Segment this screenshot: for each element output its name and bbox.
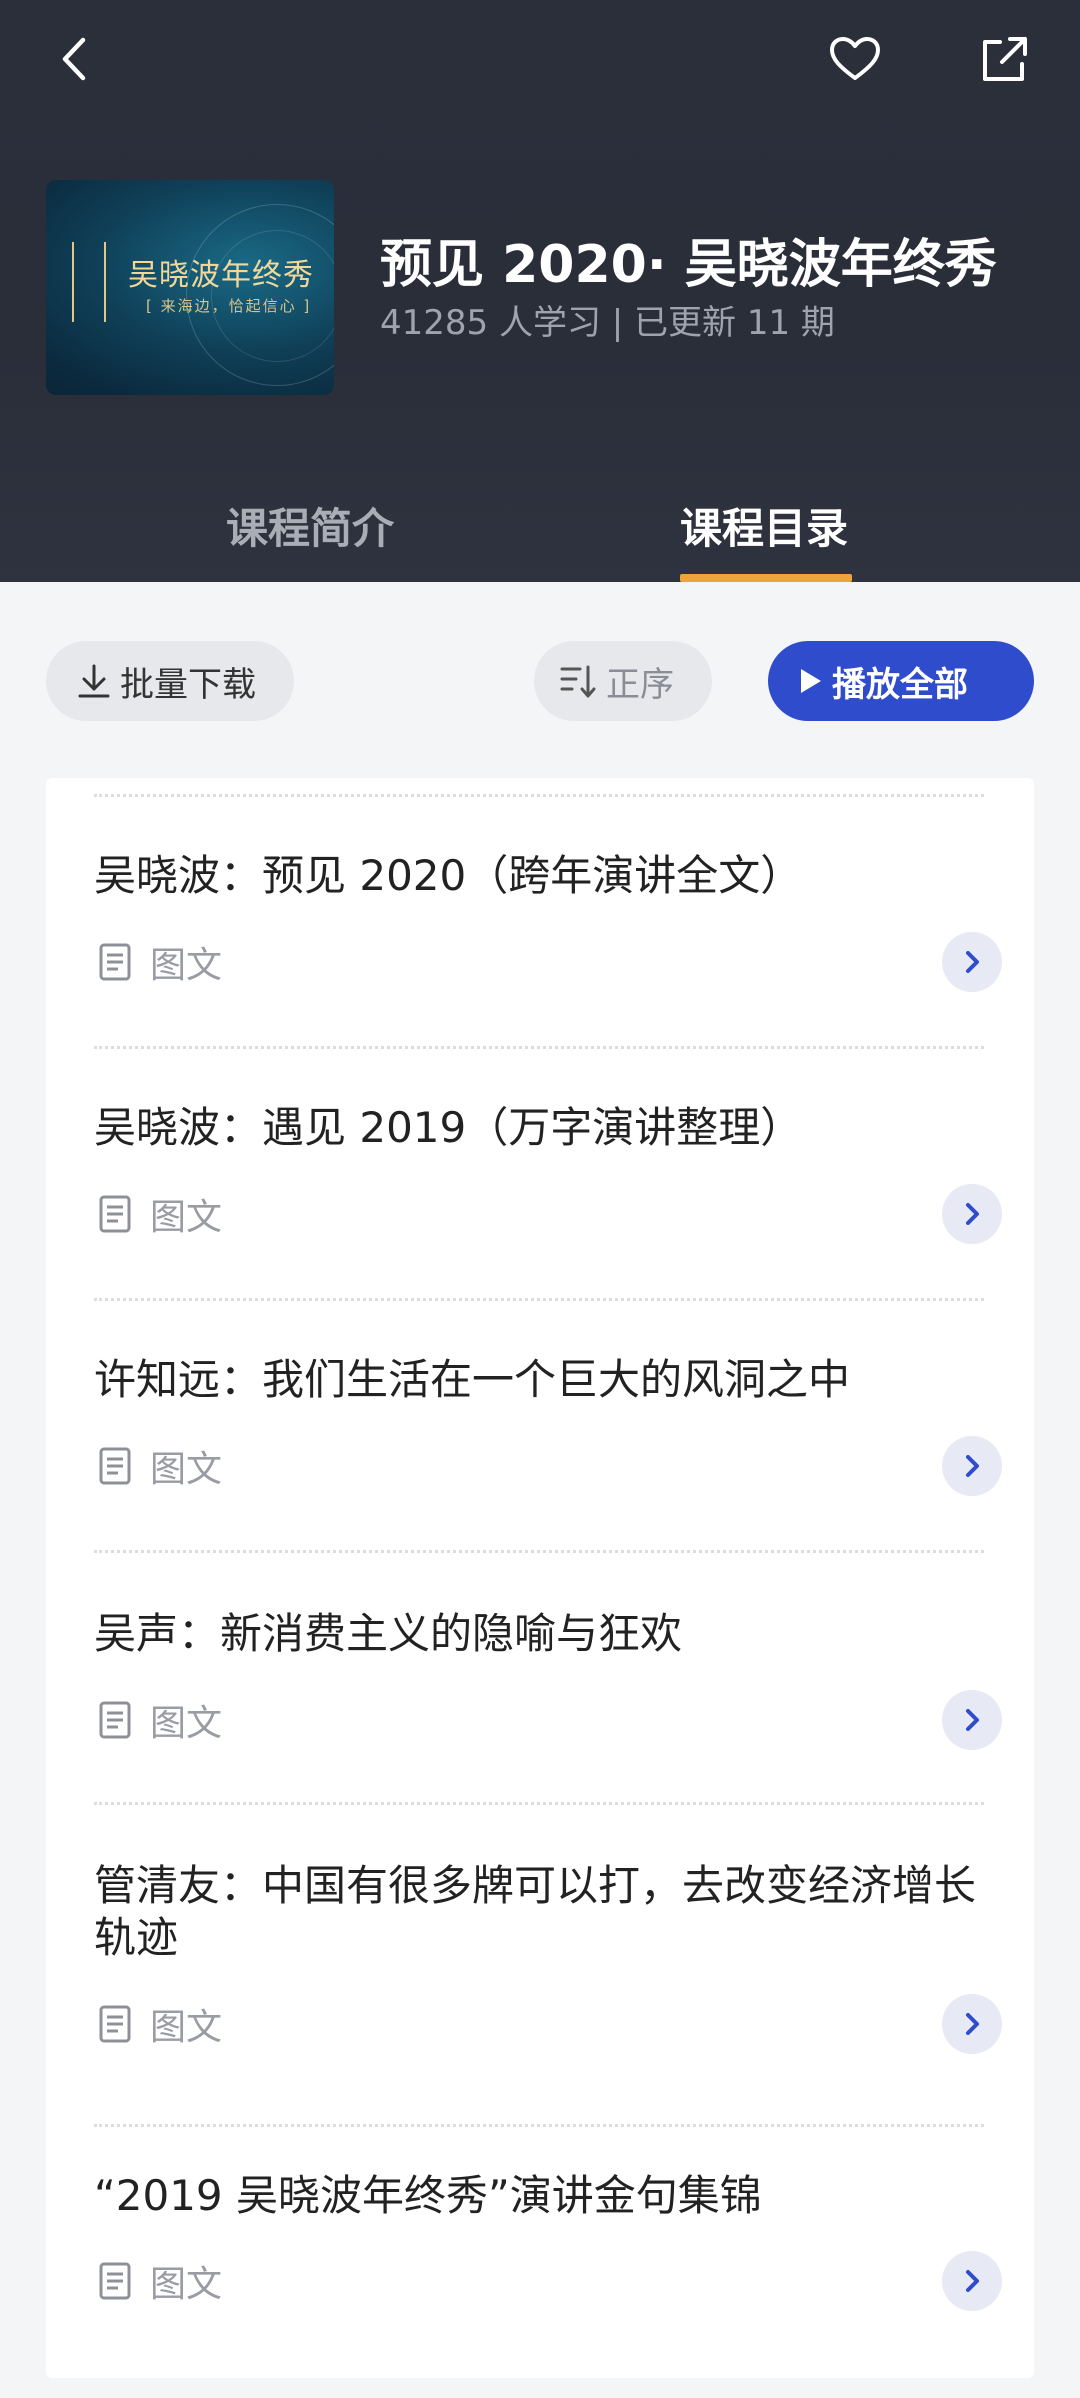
tab-course-catalog[interactable]: 课程目录	[680, 495, 848, 556]
play-all-label: 播放全部	[832, 664, 968, 705]
list-divider	[94, 2124, 984, 2127]
list-divider	[94, 1802, 984, 1805]
course-catalog-list: 吴晓波：预见 2020（跨年演讲全文） 图文 吴晓波：遇见 2019（万字演讲整…	[46, 778, 1034, 2378]
article-icon	[99, 1195, 131, 1233]
item-type: 图文	[98, 1188, 222, 1240]
item-type-label: 图文	[150, 1449, 223, 1490]
cover-subtitle: [ 来海边，恰起信心 ]	[146, 297, 312, 315]
item-type-label: 图文	[150, 2264, 223, 2305]
item-type: 图文	[98, 1998, 222, 2050]
tab-course-intro[interactable]: 课程简介	[226, 495, 394, 556]
article-icon	[99, 943, 131, 981]
item-title: 管清友：中国有很多牌可以打，去改变经济增长轨迹	[94, 1861, 977, 1962]
chevron-right-icon	[966, 1455, 979, 1477]
share-button[interactable]	[970, 24, 1040, 94]
article-icon	[99, 1701, 131, 1739]
back-button[interactable]	[40, 24, 110, 94]
list-divider	[94, 794, 984, 797]
item-type: 图文	[98, 936, 222, 988]
top-bar	[0, 0, 1080, 120]
open-item-button[interactable]	[942, 1994, 1002, 2054]
item-title: 吴晓波：遇见 2019（万字演讲整理）	[94, 1103, 803, 1152]
item-type-label: 图文	[150, 945, 223, 986]
open-item-button[interactable]	[942, 2251, 1002, 2311]
heart-icon	[830, 37, 880, 80]
item-type: 图文	[98, 1440, 222, 1492]
chevron-right-icon	[966, 1709, 979, 1731]
item-type-label: 图文	[150, 1197, 223, 1238]
download-icon	[78, 664, 110, 698]
play-all-button[interactable]: 播放全部	[768, 641, 1034, 721]
chevron-right-icon	[966, 2013, 979, 2035]
item-title: 吴晓波：预见 2020（跨年演讲全文）	[94, 851, 803, 900]
open-item-button[interactable]	[942, 932, 1002, 992]
cover-logo-mark	[72, 242, 106, 322]
list-divider	[94, 1046, 984, 1049]
open-item-button[interactable]	[942, 1184, 1002, 1244]
share-icon	[983, 37, 1027, 81]
chevron-right-icon	[966, 1203, 979, 1225]
article-icon	[99, 2005, 131, 2043]
list-divider	[94, 1550, 984, 1553]
chevron-right-icon	[966, 2270, 979, 2292]
list-divider	[94, 1298, 984, 1301]
item-title: 许知远：我们生活在一个巨大的风洞之中	[94, 1355, 851, 1404]
course-cover-image: 吴晓波年终秀 [ 来海边，恰起信心 ]	[46, 180, 334, 395]
chevron-right-icon	[966, 951, 979, 973]
active-tab-indicator	[680, 574, 852, 582]
item-type: 图文	[98, 2255, 222, 2307]
course-meta: 41285 人学习 | 已更新 11 期	[380, 303, 835, 343]
item-type: 图文	[98, 1694, 222, 1746]
chevron-left-icon	[62, 37, 86, 81]
play-icon	[801, 669, 821, 693]
item-type-label: 图文	[150, 1703, 223, 1744]
sort-order-label: 正序	[606, 664, 674, 705]
batch-download-label: 批量下载	[120, 664, 256, 705]
course-title: 预见 2020· 吴晓波年终秀	[380, 235, 997, 295]
article-icon	[99, 2262, 131, 2300]
sort-order-button[interactable]: 正序	[534, 641, 712, 721]
open-item-button[interactable]	[942, 1690, 1002, 1750]
course-header: 吴晓波年终秀 [ 来海边，恰起信心 ] 预见 2020· 吴晓波年终秀 4128…	[0, 0, 1080, 582]
cover-title: 吴晓波年终秀	[128, 258, 314, 293]
item-title: “2019 吴晓波年终秀”演讲金句集锦	[94, 2171, 762, 2220]
item-title: 吴声：新消费主义的隐喻与狂欢	[94, 1609, 683, 1658]
open-item-button[interactable]	[942, 1436, 1002, 1496]
favorite-button[interactable]	[820, 24, 890, 94]
item-type-label: 图文	[150, 2007, 223, 2048]
article-icon	[99, 1447, 131, 1485]
batch-download-button[interactable]: 批量下载	[46, 641, 294, 721]
sort-icon	[560, 665, 596, 698]
